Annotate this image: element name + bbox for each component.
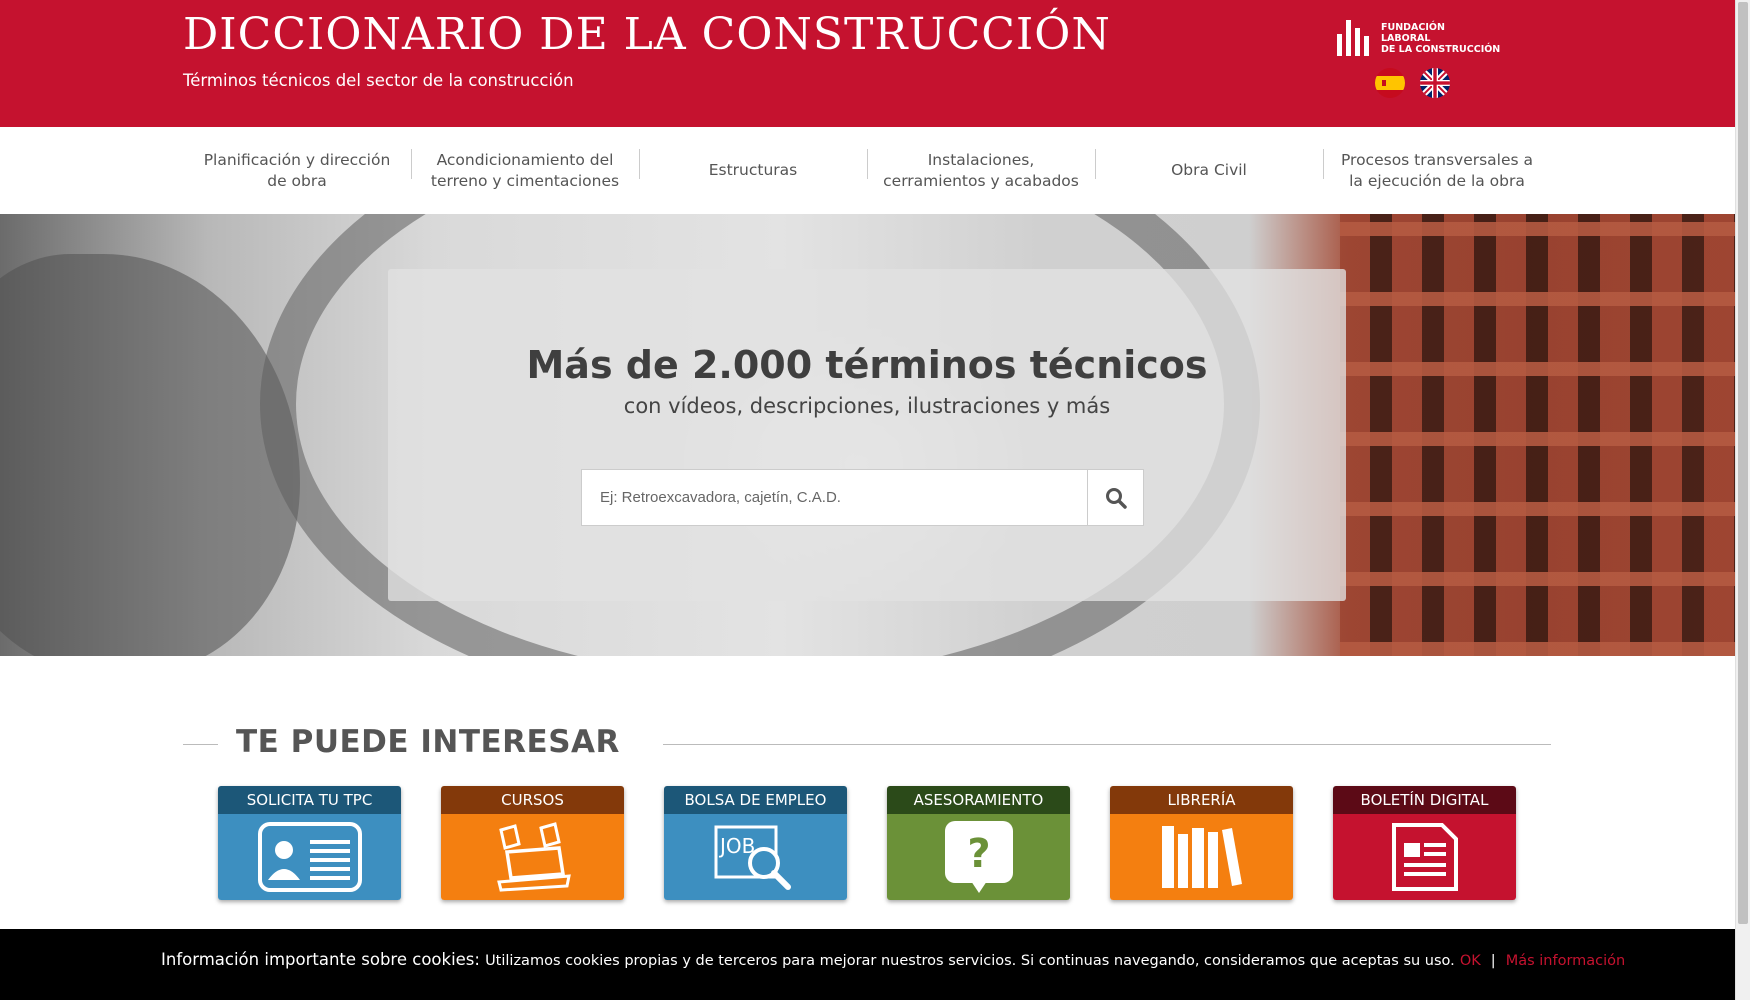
card-body: ? bbox=[887, 814, 1070, 900]
site-header: DICCIONARIO DE LA CONSTRUCCIÓN Términos … bbox=[0, 0, 1735, 127]
card-label: LIBRERÍA bbox=[1110, 786, 1293, 814]
hero-background-bricks-shade bbox=[1340, 214, 1735, 656]
interest-cards: SOLICITA TU TPC CURSOS BOLSA DE EMPLEO J… bbox=[218, 786, 1518, 900]
nav-item-acondicionamiento[interactable]: Acondicionamiento del terreno y cimentac… bbox=[411, 127, 639, 214]
newsletter-icon bbox=[1391, 823, 1458, 891]
svg-text:?: ? bbox=[967, 831, 990, 877]
card-bolsa-empleo[interactable]: BOLSA DE EMPLEO JOB bbox=[664, 786, 847, 900]
card-body bbox=[1333, 814, 1516, 900]
uk-flag-icon[interactable] bbox=[1420, 68, 1450, 98]
fundacion-laboral-logo[interactable]: FUNDACIÓN LABORAL DE LA CONSTRUCCIÓN bbox=[1337, 20, 1500, 56]
card-label: SOLICITA TU TPC bbox=[218, 786, 401, 814]
interest-section-title: TE PUEDE INTERESAR bbox=[236, 724, 620, 760]
card-body: JOB bbox=[664, 814, 847, 900]
logo-text: FUNDACIÓN LABORAL DE LA CONSTRUCCIÓN bbox=[1381, 22, 1500, 55]
divider bbox=[183, 744, 218, 745]
cookie-more-info-link[interactable]: Más información bbox=[1506, 953, 1626, 969]
hero-background-boot bbox=[0, 254, 300, 656]
nav-item-planificacion[interactable]: Planificación y dirección de obra bbox=[183, 127, 411, 214]
site-subtitle: Términos técnicos del sector de la const… bbox=[183, 71, 574, 90]
nav-item-estructuras[interactable]: Estructuras bbox=[639, 127, 867, 214]
card-body bbox=[218, 814, 401, 900]
search-input[interactable] bbox=[581, 469, 1087, 526]
card-label: ASESORAMIENTO bbox=[887, 786, 1070, 814]
card-solicita-tpc[interactable]: SOLICITA TU TPC bbox=[218, 786, 401, 900]
job-search-icon: JOB bbox=[714, 825, 791, 890]
cookie-text: Utilizamos cookies propias y de terceros… bbox=[485, 953, 1455, 969]
bookshelf-icon bbox=[1161, 826, 1242, 888]
language-switcher bbox=[1375, 68, 1465, 98]
cookie-heading: Información importante sobre cookies: bbox=[161, 950, 480, 969]
search-box bbox=[581, 469, 1144, 526]
question-bubble-icon: ? bbox=[944, 821, 1013, 893]
card-libreria[interactable]: LIBRERÍA bbox=[1110, 786, 1293, 900]
interest-section-header: TE PUEDE INTERESAR bbox=[183, 720, 1551, 766]
nav-item-instalaciones[interactable]: Instalaciones, cerramientos y acabados bbox=[867, 127, 1095, 214]
search-icon bbox=[1105, 487, 1127, 509]
card-body bbox=[441, 814, 624, 900]
card-body bbox=[1110, 814, 1293, 900]
id-card-icon bbox=[257, 822, 362, 892]
spanish-flag-icon[interactable] bbox=[1375, 68, 1405, 98]
nav-item-obra-civil[interactable]: Obra Civil bbox=[1095, 127, 1323, 214]
card-asesoramiento[interactable]: ASESORAMIENTO ? bbox=[887, 786, 1070, 900]
search-button[interactable] bbox=[1087, 469, 1144, 526]
card-cursos[interactable]: CURSOS bbox=[441, 786, 624, 900]
card-label: BOLETÍN DIGITAL bbox=[1333, 786, 1516, 814]
page-scrollbar[interactable] bbox=[1735, 0, 1750, 1000]
nav-item-procesos[interactable]: Procesos transversales a la ejecución de… bbox=[1323, 127, 1551, 214]
cookie-banner: Información importante sobre cookies: Ut… bbox=[0, 929, 1735, 1000]
divider bbox=[663, 744, 1551, 745]
cookie-separator: | bbox=[1490, 953, 1496, 969]
card-boletin-digital[interactable]: BOLETÍN DIGITAL bbox=[1333, 786, 1516, 900]
cookie-message: Información importante sobre cookies: Ut… bbox=[161, 950, 1625, 969]
logo-line: DE LA CONSTRUCCIÓN bbox=[1381, 43, 1501, 55]
card-label: CURSOS bbox=[441, 786, 624, 814]
logo-line: LABORAL bbox=[1381, 32, 1431, 44]
svg-text:JOB: JOB bbox=[718, 834, 755, 858]
card-label: BOLSA DE EMPLEO bbox=[664, 786, 847, 814]
hero-subtitle: con vídeos, descripciones, ilustraciones… bbox=[623, 394, 1111, 418]
logo-bars-icon bbox=[1337, 20, 1373, 56]
site-title[interactable]: DICCIONARIO DE LA CONSTRUCCIÓN bbox=[183, 9, 1111, 60]
books-laptop-icon bbox=[496, 822, 571, 892]
cookie-ok-link[interactable]: OK bbox=[1460, 953, 1481, 969]
search-panel: Más de 2.000 términos técnicos con vídeo… bbox=[388, 269, 1346, 601]
hero-title: Más de 2.000 términos técnicos bbox=[526, 343, 1208, 387]
logo-line: FUNDACIÓN bbox=[1381, 21, 1445, 33]
main-nav: Planificación y dirección de obra Acondi… bbox=[183, 127, 1551, 214]
scrollbar-thumb[interactable] bbox=[1738, 2, 1748, 924]
